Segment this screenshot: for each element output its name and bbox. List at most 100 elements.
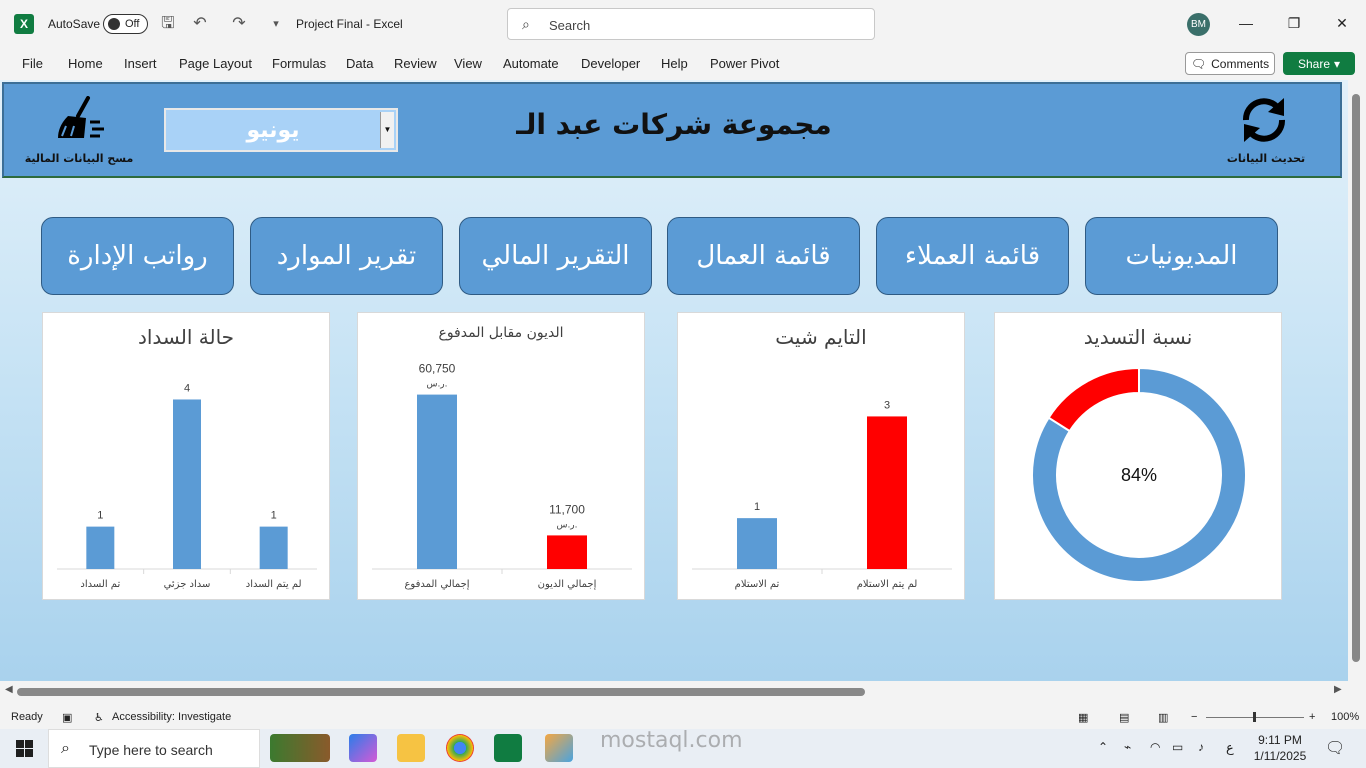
minimize-icon[interactable]: — [1236, 13, 1256, 33]
tab-help[interactable]: Help [661, 56, 688, 71]
comment-icon: 🗨 [1190, 56, 1207, 71]
close-icon[interactable]: ✕ [1332, 13, 1352, 33]
battery-icon[interactable]: ▭ [1172, 740, 1183, 754]
normal-view-icon[interactable]: ▦ [1078, 711, 1088, 724]
macro-recording-icon[interactable]: ▣ [62, 711, 72, 724]
document-title: Project Final - Excel [296, 17, 403, 31]
unit-label: ر.س. [556, 520, 577, 530]
vertical-scrollbar[interactable] [1348, 80, 1366, 681]
avatar[interactable]: BM [1187, 13, 1210, 36]
tab-insert[interactable]: Insert [124, 56, 157, 71]
tab-power-pivot[interactable]: Power Pivot [710, 56, 779, 71]
watermark: mostaql.com [600, 728, 743, 753]
chart-payment-ratio[interactable]: نسبة التسديد 84% [994, 312, 1282, 600]
chevron-up-icon[interactable]: ⌃ [1098, 740, 1108, 754]
worksheet-area: مسح البيانات المالية يونيو ▼ مجموعة شركا… [0, 80, 1348, 681]
windows-start-icon[interactable] [16, 740, 33, 757]
refresh-icon[interactable] [1236, 94, 1292, 146]
taskbar-search-input[interactable]: ⌕ Type here to search [48, 729, 260, 768]
excel-taskbar-icon[interactable] [494, 734, 522, 762]
input-language[interactable]: ع [1226, 740, 1234, 756]
tab-formulas[interactable]: Formulas [272, 56, 326, 71]
restore-icon[interactable]: ❐ [1284, 13, 1304, 33]
notifications-icon[interactable]: 🗨 [1325, 738, 1345, 758]
tab-page-layout[interactable]: Page Layout [179, 56, 252, 71]
redo-icon[interactable]: ↷ [229, 14, 249, 34]
page-break-view-icon[interactable]: ▥ [1158, 711, 1168, 724]
dropdown-arrow-icon[interactable]: ▼ [380, 112, 394, 148]
search-input[interactable]: ⌕ Search [507, 8, 875, 40]
zoom-slider-handle[interactable] [1253, 712, 1256, 722]
donut-slice[interactable] [1047, 366, 1140, 433]
category-label: تم الاستلام [735, 579, 780, 590]
zoom-level[interactable]: 100% [1331, 711, 1359, 723]
bar[interactable] [173, 399, 201, 569]
timesheet-bar-chart: 1 تم الاستلام 3 لم يتم الاستلام [692, 399, 952, 590]
bar[interactable] [86, 526, 115, 569]
center-percentage-label: 84% [1121, 465, 1157, 485]
broom-icon[interactable] [52, 96, 112, 146]
tab-file[interactable]: File [22, 56, 43, 71]
data-label: 3 [884, 399, 890, 411]
zoom-in-icon[interactable]: + [1309, 711, 1315, 723]
scroll-right-icon[interactable]: ▶ [1334, 684, 1342, 695]
dashboard-header: مسح البيانات المالية يونيو ▼ مجموعة شركا… [2, 82, 1342, 178]
bar[interactable] [867, 416, 907, 569]
scroll-left-icon[interactable]: ◀ [5, 684, 13, 695]
nav-button-resources-report[interactable]: تقرير الموارد [250, 217, 443, 295]
undo-icon[interactable]: ↶ [190, 14, 210, 34]
chart-timesheet[interactable]: التايم شيت 1 تم الاستلام 3 لم يتم الاستلام [677, 312, 965, 600]
save-icon[interactable]: 🖫 [158, 14, 178, 34]
chart-payment-status[interactable]: حالة السداد 1 تم السداد 4 سداد جزئي 1 لم يتم … [42, 312, 330, 600]
accessibility-status[interactable]: Accessibility: Investigate [112, 711, 231, 723]
ready-status: Ready [11, 711, 43, 723]
payment-status-bar-chart: 1 تم السداد 4 سداد جزئي 1 لم يتم السداد [57, 382, 317, 590]
volume-icon[interactable]: ♪ [1198, 740, 1204, 754]
category-label: سداد جزئي [164, 579, 211, 590]
nav-button-workers-list[interactable]: قائمة العمال [667, 217, 860, 295]
category-label: لم يتم السداد [246, 579, 302, 590]
nav-button-financial-report[interactable]: التقرير المالي [459, 217, 652, 295]
nav-button-clients-list[interactable]: قائمة العملاء [876, 217, 1069, 295]
page-title: مجموعة شركات عبد الـ [516, 108, 832, 141]
customize-qat-icon[interactable]: ▾ [266, 14, 286, 34]
chart-debts-vs-paid[interactable]: الديون مقابل المدفوع 60,750 ر.س. إجمالي ال… [357, 312, 645, 600]
ribbon-tabs: File Home Insert Page Layout Formulas Da… [0, 48, 1366, 78]
nav-button-debts[interactable]: المديونيات [1085, 217, 1278, 295]
copilot-icon[interactable] [349, 734, 377, 762]
bar[interactable] [547, 535, 587, 569]
bar[interactable] [259, 526, 288, 569]
payment-ratio-donut-chart: 84% [1031, 366, 1247, 583]
horizontal-scrollbar[interactable]: ◀ ▶ [0, 681, 1366, 701]
wifi-icon[interactable]: ◠ [1150, 740, 1160, 754]
file-explorer-icon[interactable] [397, 734, 425, 762]
bar[interactable] [737, 518, 777, 569]
tab-data[interactable]: Data [346, 56, 373, 71]
system-clock[interactable]: 9:11 PM 1/11/2025 [1250, 732, 1310, 764]
network-icon[interactable]: ⌁ [1124, 740, 1131, 754]
clear-data-label[interactable]: مسح البيانات المالية [24, 152, 134, 165]
bar[interactable] [417, 394, 457, 569]
refresh-data-label[interactable]: تحديث البيانات [1216, 152, 1316, 165]
page-layout-view-icon[interactable]: ▤ [1119, 711, 1129, 724]
month-dropdown[interactable]: يونيو ▼ [164, 108, 398, 152]
share-button[interactable]: Share ▾ [1283, 52, 1355, 75]
category-label: تم السداد [80, 579, 120, 590]
tab-view[interactable]: View [454, 56, 482, 71]
tab-review[interactable]: Review [394, 56, 437, 71]
unit-label: ر.س. [426, 380, 447, 390]
category-label: إجمالي الديون [538, 579, 597, 590]
zoom-out-icon[interactable]: − [1191, 711, 1197, 723]
data-label: 1 [97, 510, 103, 522]
widget-icon[interactable] [270, 734, 330, 762]
tab-developer[interactable]: Developer [581, 56, 640, 71]
paint-icon[interactable] [545, 734, 573, 762]
autosave-toggle[interactable]: Off [103, 14, 148, 34]
tab-home[interactable]: Home [68, 56, 103, 71]
data-label: 1 [754, 501, 760, 513]
tab-automate[interactable]: Automate [503, 56, 559, 71]
chrome-icon[interactable] [446, 734, 474, 762]
debts-vs-paid-bar-chart: 60,750 ر.س. إجمالي المدفوع 11,700 ر.س. إجمالي… [372, 362, 632, 590]
comments-button[interactable]: 🗨 Comments [1185, 52, 1275, 75]
nav-button-management-salaries[interactable]: رواتب الإدارة [41, 217, 234, 295]
